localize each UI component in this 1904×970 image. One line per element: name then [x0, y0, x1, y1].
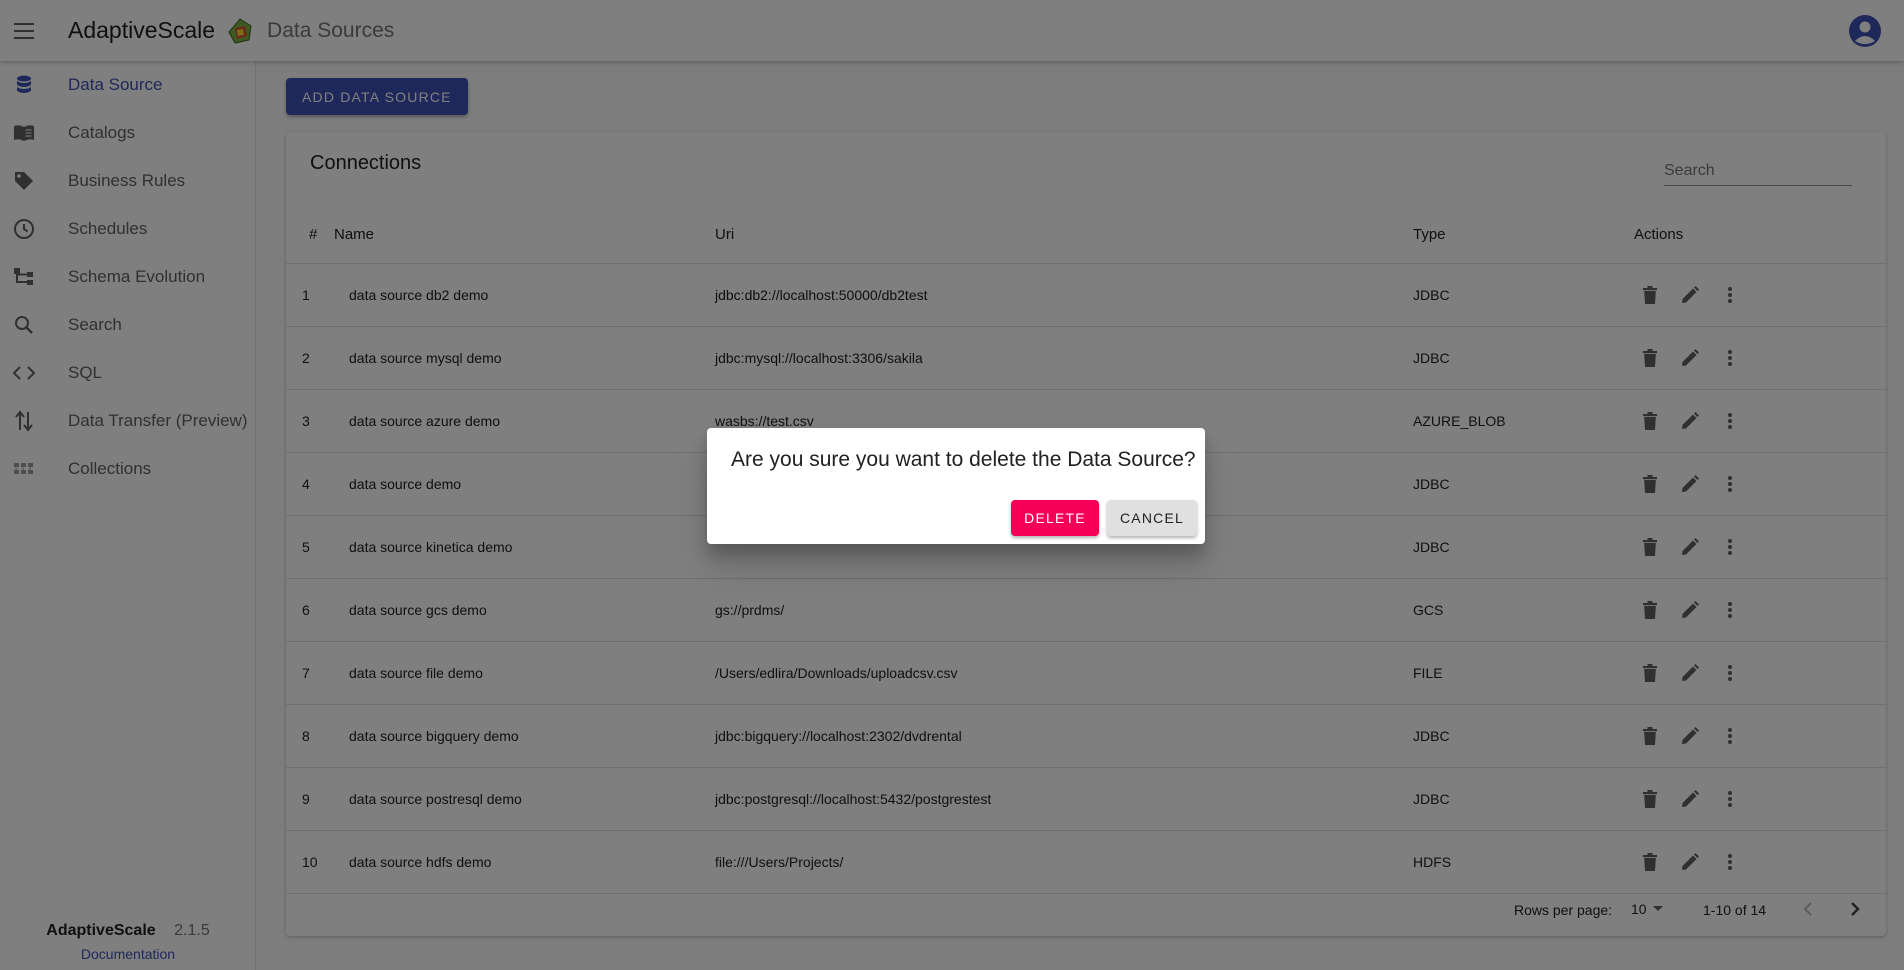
delete-button[interactable]: DELETE [1011, 500, 1099, 536]
cancel-button[interactable]: CANCEL [1107, 500, 1197, 536]
dialog-message: Are you sure you want to delete the Data… [731, 448, 1196, 471]
delete-confirm-dialog: Are you sure you want to delete the Data… [707, 428, 1205, 544]
